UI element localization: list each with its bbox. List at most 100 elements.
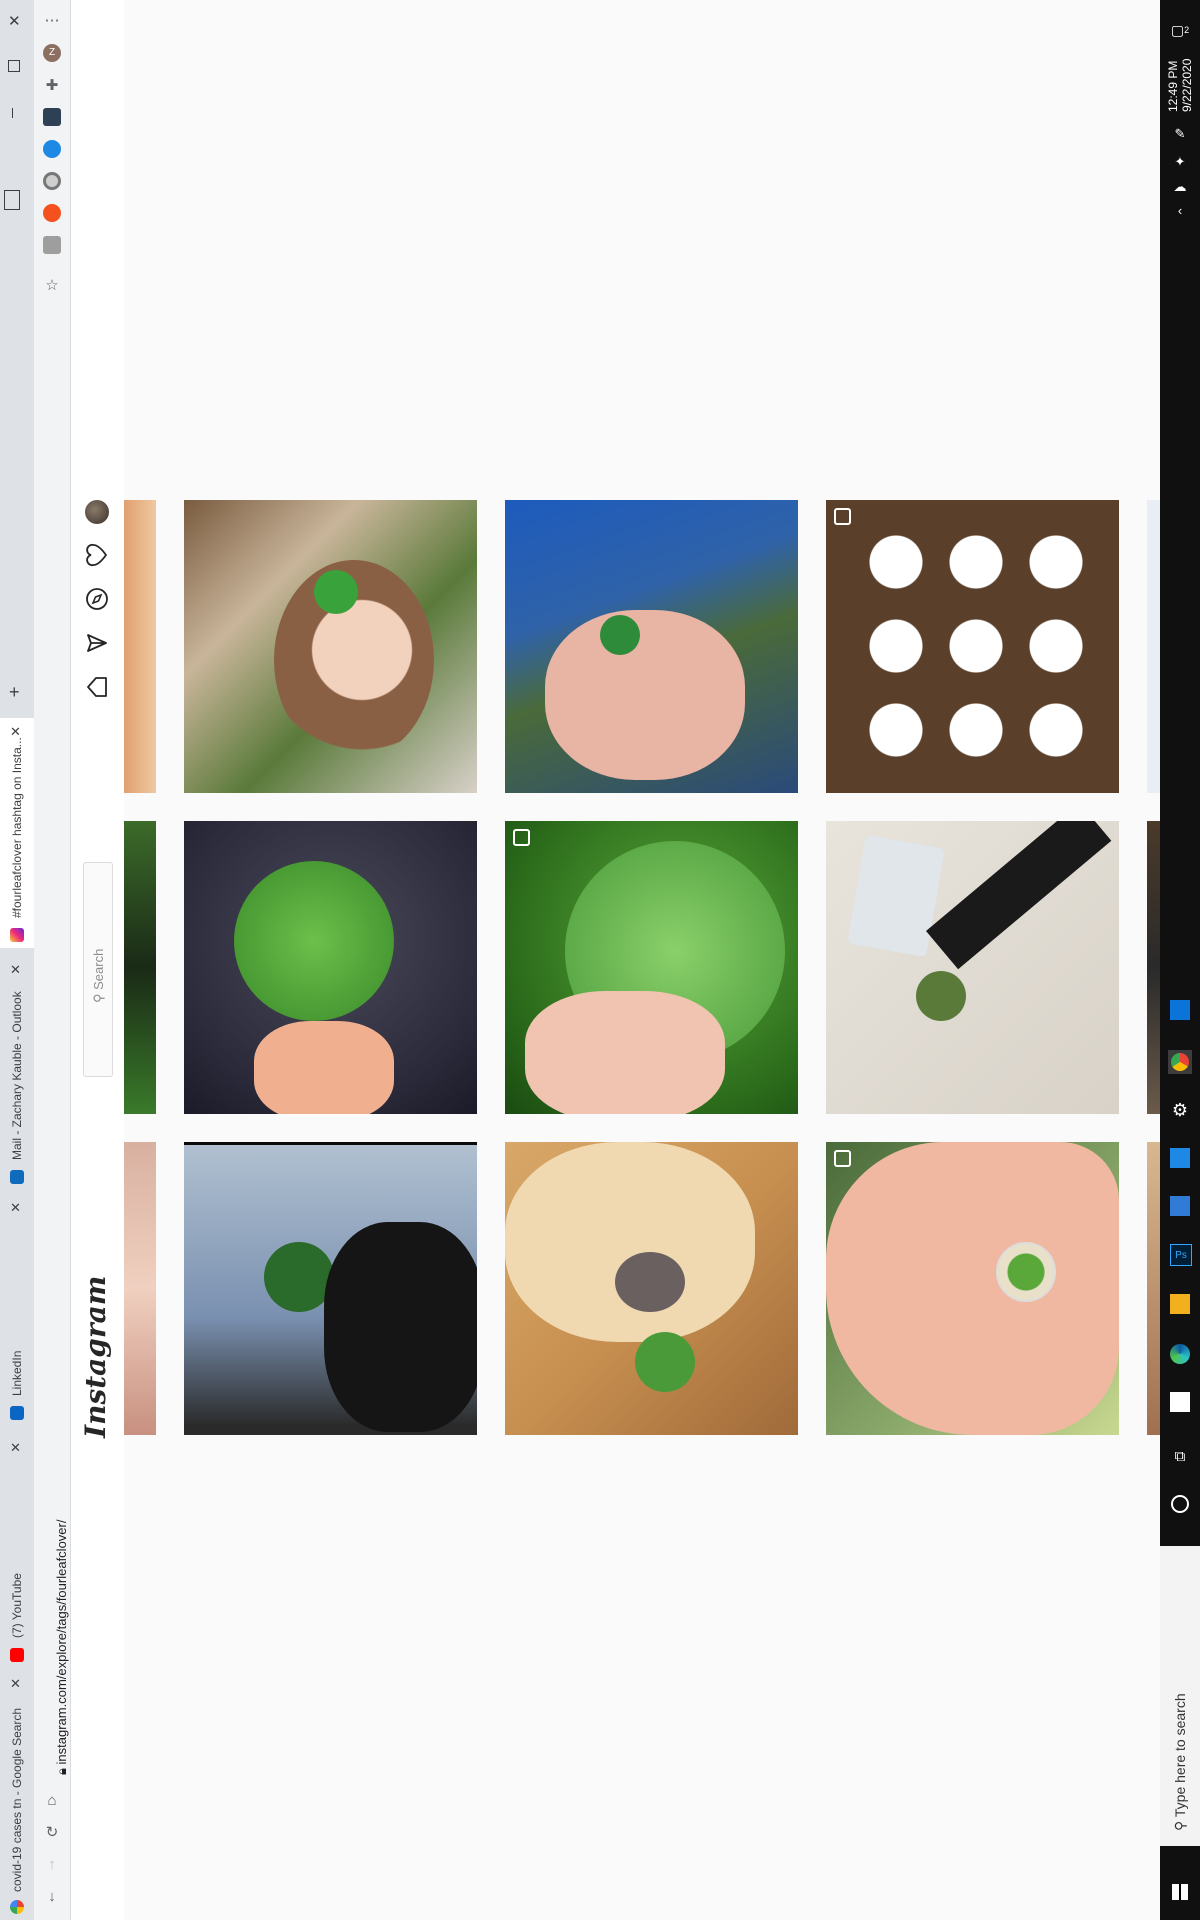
fingers-shape	[525, 991, 725, 1114]
extension-icon[interactable]	[43, 204, 61, 222]
extension-icon[interactable]	[43, 236, 61, 254]
clover-icon	[234, 861, 394, 1021]
app-icon[interactable]	[1170, 1000, 1190, 1020]
search-input[interactable]: ⚲ Search	[83, 862, 113, 1077]
clock[interactable]: 12:49 PM 9/22/2020	[1166, 59, 1194, 112]
menu-dots-icon[interactable]: ⋯	[42, 10, 62, 30]
hand-silhouette	[324, 1222, 477, 1432]
tab-instagram[interactable]: ✕ #fourleafclover hashtag on Insta...	[0, 718, 34, 948]
palm-shape	[826, 1142, 1119, 1435]
post-thumbnail-partial[interactable]	[1147, 500, 1160, 793]
instagram-favicon-icon	[10, 928, 24, 942]
extension-icon[interactable]	[43, 172, 61, 190]
bookmark-star-icon[interactable]: ☆	[42, 275, 62, 295]
onedrive-icon[interactable]: ☁	[1168, 175, 1192, 199]
post-thumbnail[interactable]	[184, 1142, 477, 1435]
post-thumbnail[interactable]	[826, 500, 1119, 793]
windows-taskbar: ▢ 2 12:49 PM 9/22/2020 ✎ ✦ ☁ ‹ ⚙ Ps ⧉ ⚲ T…	[1160, 0, 1200, 1920]
tab-title: (7) YouTube	[10, 1573, 24, 1638]
fingers-shape	[254, 1021, 394, 1114]
tab-title: Mail - Zachary Kauble - Outlook	[10, 991, 24, 1160]
dog-face-shape	[505, 1142, 755, 1342]
post-thumbnail-partial[interactable]	[1147, 821, 1160, 1114]
activity-heart-icon[interactable]	[85, 543, 109, 567]
windows-start-icon[interactable]	[1168, 1880, 1192, 1904]
instagram-logo[interactable]: Instagram	[79, 1276, 112, 1438]
profile-avatar[interactable]	[85, 500, 109, 524]
tab-linkedin[interactable]: ✕ LinkedIn	[0, 1196, 34, 1426]
clover-icon	[314, 570, 358, 614]
instagram-navbar: ⚲ Search Instagram	[71, 0, 125, 1920]
close-tab-icon[interactable]: ✕	[10, 1676, 21, 1692]
multiple-posts-icon	[834, 1150, 851, 1167]
edge-icon[interactable]	[1168, 1342, 1192, 1366]
tab-youtube[interactable]: ✕ (7) YouTube	[0, 1438, 34, 1668]
pen-shape	[926, 821, 1112, 970]
browser-toolbar: ⋯ Z ✚ ☆ 🔒︎ instagram.com/explore/tags/fo…	[34, 0, 71, 1920]
direct-icon[interactable]	[85, 631, 109, 655]
clock-date: 9/22/2020	[1180, 58, 1194, 112]
close-tab-icon[interactable]: ✕	[10, 1440, 21, 1456]
home-icon[interactable]	[85, 675, 109, 699]
dog-nose-shape	[615, 1252, 685, 1312]
chrome-icon[interactable]	[1168, 1050, 1192, 1074]
close-window-icon[interactable]: ✕	[8, 12, 21, 30]
google-favicon-icon	[10, 1900, 24, 1914]
tab-title: LinkedIn	[10, 1350, 24, 1396]
file-explorer-icon[interactable]	[1170, 1294, 1190, 1314]
search-placeholder: Search	[91, 948, 106, 990]
cortana-icon[interactable]	[1168, 1492, 1192, 1516]
extension-icon[interactable]	[43, 140, 61, 158]
chevron-icon[interactable]: ‹	[1168, 198, 1192, 222]
pen-icon[interactable]: ✎	[1168, 122, 1192, 146]
hashtag-posts-grid	[124, 0, 1160, 1920]
clover-icon	[600, 615, 640, 655]
home-icon[interactable]: ⌂	[42, 1790, 62, 1810]
tab-title: #fourleafclover hashtag on Insta...	[10, 737, 24, 918]
reload-icon[interactable]: ↻	[42, 1822, 62, 1842]
vs-code-icon[interactable]	[1170, 1196, 1190, 1216]
close-tab-icon[interactable]: ✕	[10, 962, 21, 978]
post-thumbnail[interactable]	[184, 500, 477, 793]
tab-google[interactable]: ✕ covid-19 cases tn - Google Search	[0, 1674, 34, 1920]
clover-icon	[916, 971, 966, 1021]
dropbox-icon[interactable]: ✦	[1168, 150, 1192, 174]
back-arrow-icon[interactable]: ↓	[42, 1886, 62, 1906]
lock-icon: 🔒︎	[54, 1764, 69, 1775]
tab-outlook[interactable]: ✕ Mail - Zachary Kauble - Outlook	[0, 960, 34, 1190]
photoshop-icon[interactable]: Ps	[1170, 1244, 1192, 1266]
post-thumbnail[interactable]	[505, 821, 798, 1114]
explore-icon[interactable]	[85, 587, 109, 611]
taskbar-search-box[interactable]: ⚲ Type here to search	[1160, 1546, 1200, 1846]
new-tab-button[interactable]: +	[9, 682, 20, 703]
post-thumbnail-partial[interactable]	[124, 500, 156, 793]
outlook-favicon-icon	[10, 1170, 24, 1184]
close-tab-icon[interactable]: ✕	[10, 1200, 21, 1216]
store-icon[interactable]	[1170, 1392, 1190, 1412]
profile-avatar[interactable]: Z	[43, 44, 61, 62]
post-thumbnail[interactable]	[505, 500, 798, 793]
search-icon: ⚲	[1172, 1817, 1188, 1831]
post-thumbnail[interactable]	[826, 1142, 1119, 1435]
post-thumbnail-partial[interactable]	[1147, 1142, 1160, 1435]
task-view-icon[interactable]: ⧉	[1168, 1444, 1192, 1468]
forward-arrow-icon[interactable]: ↑	[42, 1854, 62, 1874]
tab-search-icon[interactable]	[4, 190, 20, 210]
notification-center-icon[interactable]: ▢ 2	[1168, 18, 1192, 42]
post-thumbnail[interactable]	[826, 821, 1119, 1114]
post-thumbnail-partial[interactable]	[124, 1142, 156, 1435]
post-thumbnail-partial[interactable]	[124, 821, 156, 1114]
extension-icon[interactable]	[43, 108, 61, 126]
settings-gear-icon[interactable]: ⚙	[1168, 1098, 1192, 1122]
post-thumbnail[interactable]	[505, 1142, 798, 1435]
outlook-icon[interactable]	[1170, 1148, 1190, 1168]
post-thumbnail[interactable]	[184, 821, 477, 1114]
url-text: instagram.com/explore/tags/fourleafclove…	[54, 1519, 69, 1765]
notification-count: 2	[1184, 25, 1190, 35]
restore-window-icon[interactable]	[8, 60, 20, 72]
youtube-favicon-icon	[10, 1648, 24, 1662]
minimize-window-icon[interactable]	[12, 108, 13, 118]
hands-shape	[545, 610, 745, 780]
address-bar[interactable]: 🔒︎ instagram.com/explore/tags/fourleafcl…	[54, 1520, 70, 1775]
extensions-puzzle-icon[interactable]: ✚	[42, 75, 62, 95]
